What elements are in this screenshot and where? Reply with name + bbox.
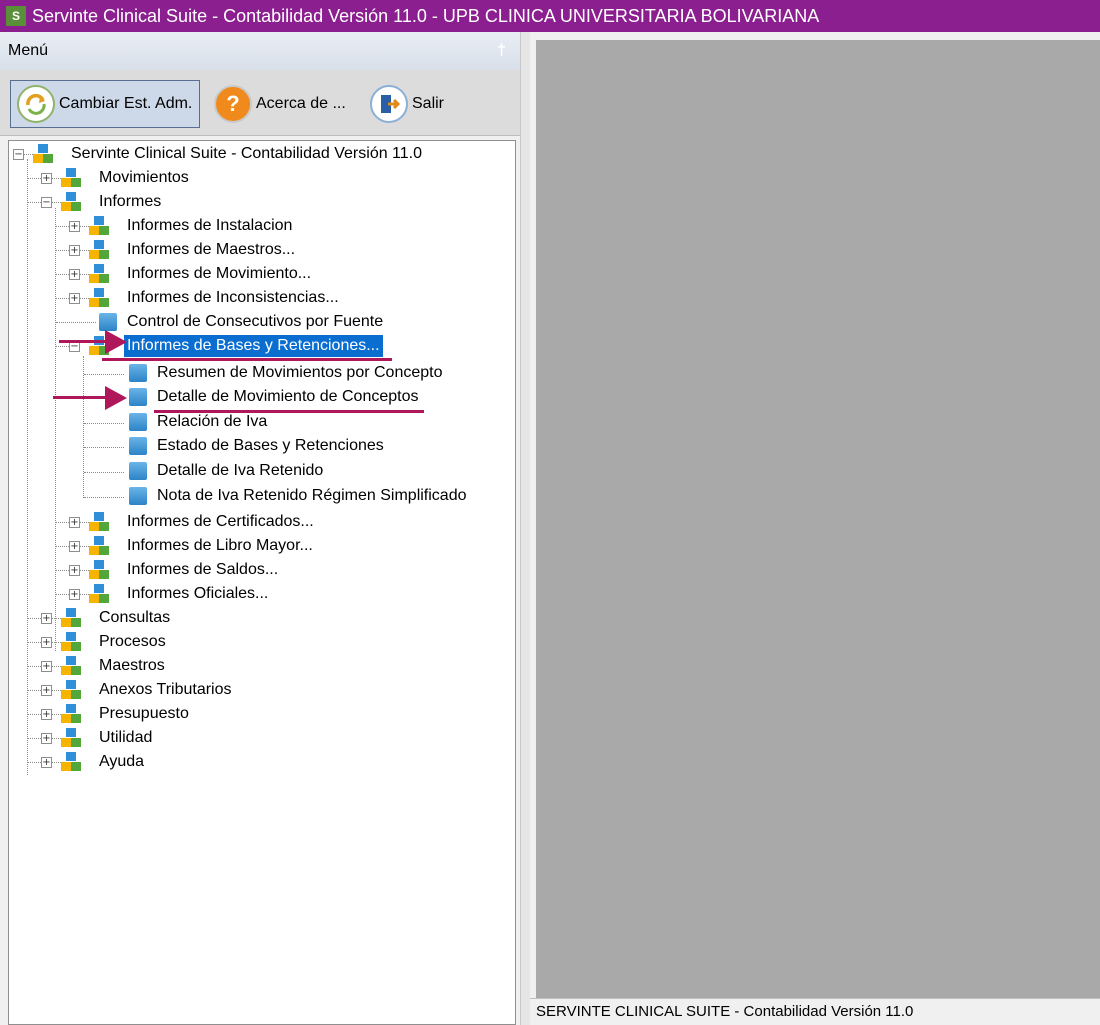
expand-icon[interactable]: + bbox=[69, 589, 80, 600]
folder-icon bbox=[89, 264, 109, 284]
folder-icon bbox=[89, 216, 109, 236]
expand-icon[interactable]: + bbox=[69, 293, 80, 304]
title-bar: S Servinte Clinical Suite - Contabilidad… bbox=[0, 0, 1100, 32]
tree-item-anexos-tributarios[interactable]: Anexos Tributarios bbox=[99, 679, 232, 701]
folder-icon bbox=[61, 656, 81, 676]
toolbar: Cambiar Est. Adm. ? Acerca de ... Salir bbox=[0, 70, 520, 136]
expand-icon[interactable]: + bbox=[41, 733, 52, 744]
annotation-underline bbox=[102, 358, 392, 361]
collapse-icon[interactable]: − bbox=[13, 149, 24, 160]
menu-tree[interactable]: − Servinte Clinical Suite - Contabilidad… bbox=[8, 140, 516, 1025]
tree-item-informes-saldos[interactable]: Informes de Saldos... bbox=[127, 559, 278, 581]
salir-button[interactable]: Salir bbox=[364, 80, 454, 128]
tree-item-utilidad[interactable]: Utilidad bbox=[99, 727, 152, 749]
acerca-label: Acerca de ... bbox=[256, 95, 346, 112]
tree-item-maestros[interactable]: Maestros bbox=[99, 655, 165, 677]
folder-icon bbox=[61, 680, 81, 700]
tree-item-estado-bases[interactable]: Estado de Bases y Retenciones bbox=[157, 435, 384, 457]
cambiar-est-adm-button[interactable]: Cambiar Est. Adm. bbox=[10, 80, 200, 128]
folder-icon bbox=[61, 752, 81, 772]
expand-icon[interactable]: + bbox=[41, 757, 52, 768]
folder-icon bbox=[89, 584, 109, 604]
menu-panel: Menú † Cambiar Est. Adm. ? Acerca de ...… bbox=[0, 32, 520, 1025]
expand-icon[interactable]: + bbox=[41, 709, 52, 720]
refresh-icon bbox=[17, 85, 55, 123]
folder-icon bbox=[61, 608, 81, 628]
expand-icon[interactable]: + bbox=[41, 685, 52, 696]
app-icon: S bbox=[6, 6, 26, 26]
window-title: Servinte Clinical Suite - Contabilidad V… bbox=[32, 5, 820, 26]
tree-item-control-consecutivos[interactable]: Control de Consecutivos por Fuente bbox=[127, 311, 383, 333]
expand-icon[interactable]: + bbox=[69, 541, 80, 552]
report-icon bbox=[129, 462, 147, 480]
collapse-icon[interactable]: − bbox=[41, 197, 52, 208]
tree-item-movimientos[interactable]: Movimientos bbox=[99, 167, 189, 189]
menu-header: Menú † bbox=[0, 32, 520, 70]
salir-label: Salir bbox=[412, 95, 445, 112]
pin-icon[interactable]: † bbox=[497, 42, 506, 60]
tree-item-resumen-movimientos[interactable]: Resumen de Movimientos por Concepto bbox=[157, 362, 442, 384]
folder-icon bbox=[61, 704, 81, 724]
folder-icon bbox=[89, 240, 109, 260]
expand-icon[interactable]: + bbox=[69, 565, 80, 576]
folder-icon bbox=[89, 560, 109, 580]
expand-icon[interactable]: + bbox=[69, 517, 80, 528]
status-text: SERVINTE CLINICAL SUITE - Contabilidad V… bbox=[536, 1003, 914, 1020]
folder-icon bbox=[61, 632, 81, 652]
report-icon bbox=[99, 313, 117, 331]
folder-icon bbox=[89, 512, 109, 532]
tree-item-informes-oficiales[interactable]: Informes Oficiales... bbox=[127, 583, 268, 605]
expand-icon[interactable]: + bbox=[41, 637, 52, 648]
tree-item-presupuesto[interactable]: Presupuesto bbox=[99, 703, 189, 725]
report-icon bbox=[129, 388, 147, 406]
folder-icon bbox=[89, 536, 109, 556]
exit-door-icon bbox=[370, 85, 408, 123]
folder-icon bbox=[33, 144, 53, 164]
tree-item-detalle-iva-retenido[interactable]: Detalle de Iva Retenido bbox=[157, 460, 323, 482]
expand-icon[interactable]: + bbox=[41, 173, 52, 184]
tree-item-informes-inconsistencias[interactable]: Informes de Inconsistencias... bbox=[127, 287, 339, 309]
tree-item-informes-instalacion[interactable]: Informes de Instalacion bbox=[127, 215, 292, 237]
tree-item-informes-libro-mayor[interactable]: Informes de Libro Mayor... bbox=[127, 535, 313, 557]
expand-icon[interactable]: + bbox=[69, 269, 80, 280]
report-icon bbox=[129, 413, 147, 431]
expand-icon[interactable]: + bbox=[41, 661, 52, 672]
tree-item-procesos[interactable]: Procesos bbox=[99, 631, 166, 653]
menu-title: Menú bbox=[8, 42, 49, 59]
status-bar: SERVINTE CLINICAL SUITE - Contabilidad V… bbox=[530, 998, 1100, 1025]
tree-item-nota-iva-retenido[interactable]: Nota de Iva Retenido Régimen Simplificad… bbox=[157, 485, 467, 507]
workspace-area bbox=[536, 40, 1100, 998]
folder-icon bbox=[61, 192, 81, 212]
splitter[interactable] bbox=[520, 32, 530, 1025]
folder-icon bbox=[89, 288, 109, 308]
annotation-arrow bbox=[59, 330, 129, 354]
tree-item-informes-bases-retenciones[interactable]: Informes de Bases y Retenciones... bbox=[124, 335, 383, 357]
expand-icon[interactable]: + bbox=[69, 245, 80, 256]
tree-item-consultas[interactable]: Consultas bbox=[99, 607, 170, 629]
acerca-de-button[interactable]: ? Acerca de ... bbox=[208, 80, 358, 128]
report-icon bbox=[129, 364, 147, 382]
report-icon bbox=[129, 487, 147, 505]
tree-item-informes-movimiento[interactable]: Informes de Movimiento... bbox=[127, 263, 311, 285]
expand-icon[interactable]: + bbox=[69, 221, 80, 232]
cambiar-label: Cambiar Est. Adm. bbox=[59, 95, 193, 112]
tree-item-informes-certificados[interactable]: Informes de Certificados... bbox=[127, 511, 314, 533]
folder-icon bbox=[61, 728, 81, 748]
tree-item-relacion-iva[interactable]: Relación de Iva bbox=[157, 411, 267, 433]
annotation-arrow bbox=[53, 386, 129, 410]
question-icon: ? bbox=[214, 85, 252, 123]
report-icon bbox=[129, 437, 147, 455]
tree-item-ayuda[interactable]: Ayuda bbox=[99, 751, 144, 773]
expand-icon[interactable]: + bbox=[41, 613, 52, 624]
folder-icon bbox=[61, 168, 81, 188]
tree-item-root[interactable]: Servinte Clinical Suite - Contabilidad V… bbox=[71, 143, 422, 165]
tree-item-informes-maestros[interactable]: Informes de Maestros... bbox=[127, 239, 295, 261]
tree-item-detalle-movimiento-conceptos[interactable]: Detalle de Movimiento de Conceptos bbox=[157, 386, 418, 408]
tree-item-informes[interactable]: Informes bbox=[99, 191, 161, 213]
